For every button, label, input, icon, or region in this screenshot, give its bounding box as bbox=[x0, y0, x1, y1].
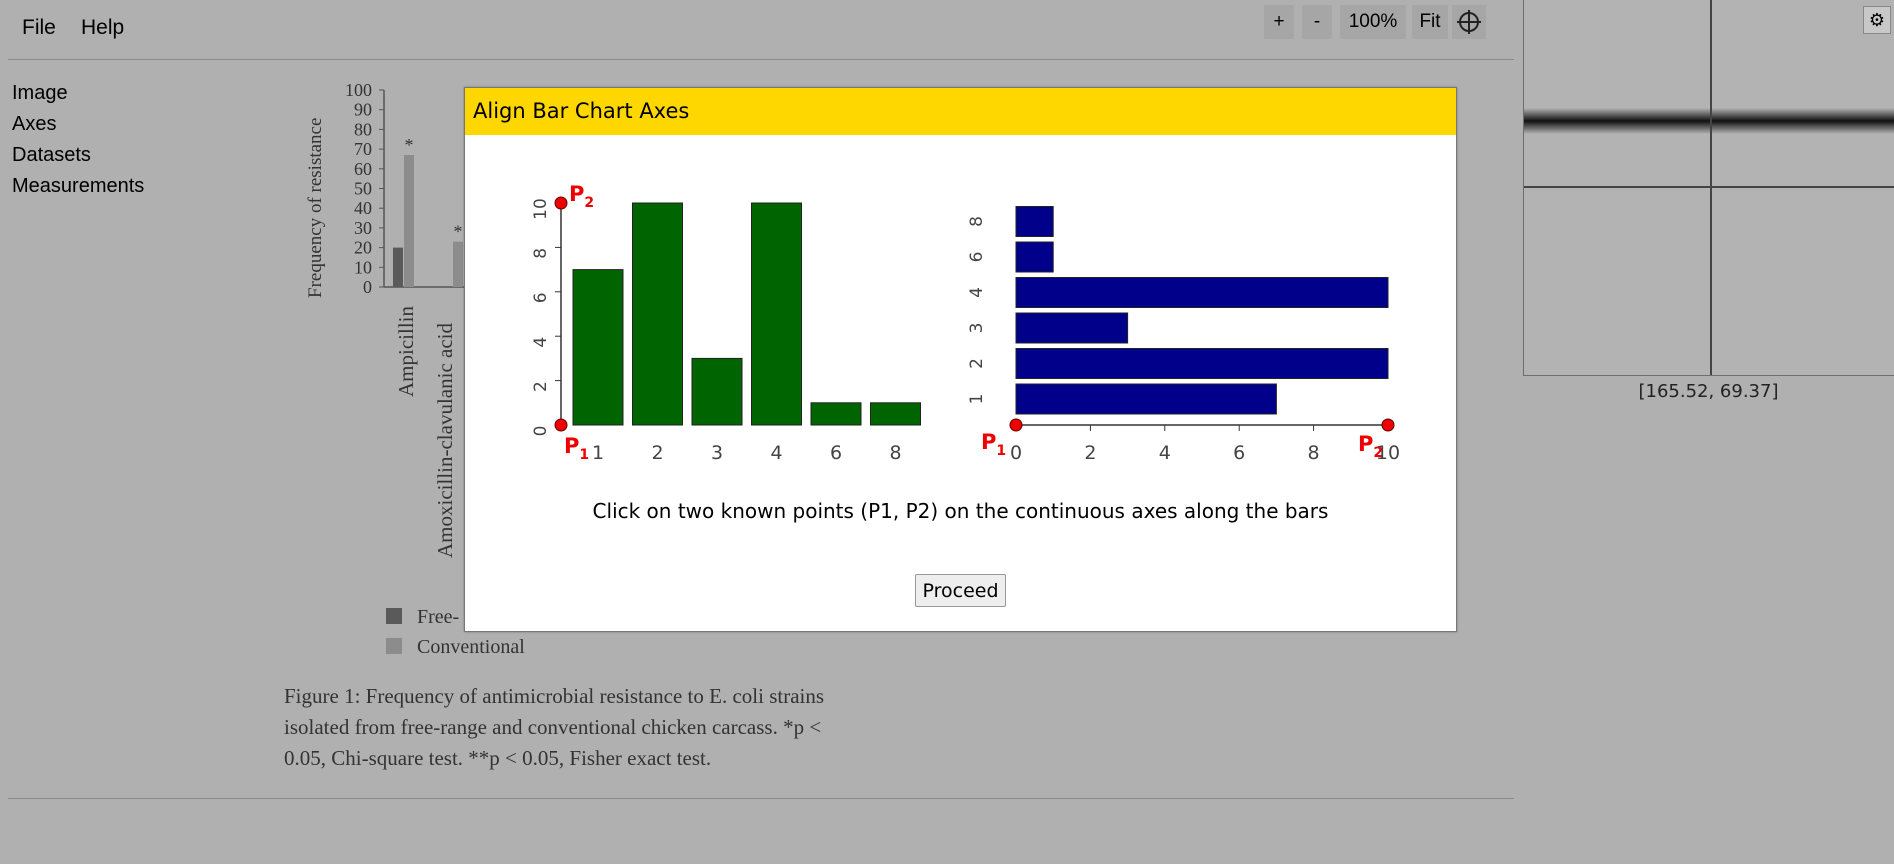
example-y-category-label: 8 bbox=[967, 216, 987, 227]
p1-label: P1 bbox=[564, 434, 589, 463]
p2-subscript: 2 bbox=[584, 195, 594, 211]
example-horizontal-bar bbox=[1015, 348, 1389, 379]
significance-star: * bbox=[405, 135, 414, 155]
p2-marker bbox=[554, 196, 568, 210]
proceed-button[interactable]: Proceed bbox=[915, 574, 1006, 607]
p1-label: P1 bbox=[981, 430, 1006, 459]
figure-bar bbox=[393, 247, 403, 287]
example-horizontal-bar bbox=[1015, 312, 1129, 344]
example-x-category-label: 3 bbox=[711, 442, 723, 464]
menu-help[interactable]: Help bbox=[81, 16, 124, 40]
dialog-instruction: Click on two known points (P1, P2) on th… bbox=[592, 499, 1329, 523]
figure-y-tick-label: 100 bbox=[345, 80, 372, 100]
figure-category-label: Amoxicillin-clavulanic acid bbox=[433, 323, 457, 558]
figure-y-tick-label: 20 bbox=[354, 238, 372, 258]
example-x-tick-label: 6 bbox=[1233, 442, 1245, 464]
p1-subscript: 1 bbox=[996, 443, 1006, 459]
figure-category-label: Ampicillin bbox=[394, 306, 418, 397]
example-x-tick-label: 2 bbox=[1084, 442, 1096, 464]
example-y-category-label: 2 bbox=[967, 358, 987, 369]
bottom-divider bbox=[8, 798, 1514, 799]
example-vertical-bar bbox=[751, 202, 802, 426]
example-x-tick-label: 4 bbox=[1159, 442, 1171, 464]
example-vertical-bar bbox=[870, 402, 921, 426]
example-x-category-label: 2 bbox=[651, 442, 663, 464]
example-x-category-label: 1 bbox=[592, 442, 604, 464]
sidebar-item-measurements[interactable]: Measurements bbox=[12, 171, 144, 202]
p1-marker bbox=[1009, 418, 1023, 432]
example-y-tick-label: 6 bbox=[531, 292, 551, 303]
caption-text: : Frequency of antimicrobial resistance … bbox=[355, 684, 824, 708]
menu-bar: File Help + - 100% Fit bbox=[0, 0, 1515, 58]
example-horizontal-bar bbox=[1015, 206, 1054, 237]
sidebar-item-axes[interactable]: Axes bbox=[12, 109, 144, 140]
figure-y-tick-label: 40 bbox=[354, 198, 372, 218]
side-nav: Image Axes Datasets Measurements bbox=[12, 78, 144, 202]
example-y-category-label: 3 bbox=[967, 323, 987, 334]
example-horizontal-bar bbox=[1015, 241, 1054, 273]
gear-icon[interactable]: ⚙ bbox=[1863, 6, 1891, 34]
example-vertical-bar bbox=[632, 202, 683, 426]
p2-subscript: 2 bbox=[1373, 445, 1383, 461]
legend-swatch-conventional bbox=[386, 638, 402, 654]
menu-file[interactable]: File bbox=[22, 16, 56, 40]
example-x-tick-label: 0 bbox=[1010, 442, 1022, 464]
dialog-title: Align Bar Chart Axes bbox=[465, 88, 1456, 135]
p2-marker bbox=[1381, 418, 1395, 432]
figure-bar bbox=[453, 241, 463, 287]
sidebar-item-datasets[interactable]: Datasets bbox=[12, 140, 144, 171]
example-y-category-label: 1 bbox=[967, 394, 987, 405]
example-y-category-label: 6 bbox=[967, 252, 987, 263]
example-x-category-label: 4 bbox=[770, 442, 782, 464]
significance-star: * bbox=[454, 222, 463, 242]
crosshair-icon[interactable] bbox=[1452, 5, 1486, 39]
figure-y-tick-label: 60 bbox=[354, 159, 372, 179]
zoom-fit-button[interactable]: Fit bbox=[1412, 5, 1448, 39]
axes-example-illustration: 02468101 2 3 4 6 8P1P2 0 2 4 6 8 10123468P1 P2 bbox=[531, 182, 1400, 464]
figure-y-tick-label: 0 bbox=[363, 277, 372, 297]
sidebar-item-image[interactable]: Image bbox=[12, 78, 144, 109]
example-y-tick-label: 0 bbox=[531, 426, 551, 437]
caption-lead: Figure 1 bbox=[284, 684, 355, 708]
figure-caption-line: isolated from free-range and conventiona… bbox=[284, 715, 821, 739]
example-y-tick-label: 2 bbox=[531, 381, 551, 392]
p2-label: P2 bbox=[569, 182, 594, 211]
example-y-category-label: 4 bbox=[967, 287, 987, 298]
figure-bar bbox=[404, 155, 414, 287]
figure-caption-line: Figure 1: Frequency of antimicrobial res… bbox=[284, 684, 824, 708]
legend-label: Free- bbox=[417, 606, 459, 628]
example-x-tick-label: 8 bbox=[1308, 442, 1320, 464]
figure-y-tick-label: 70 bbox=[354, 139, 372, 159]
magnifier-view: ⚙ bbox=[1523, 0, 1894, 376]
zoom-in-button[interactable]: + bbox=[1264, 5, 1294, 39]
example-y-tick-label: 8 bbox=[531, 248, 551, 259]
example-horizontal-bar bbox=[1015, 277, 1389, 308]
cursor-coordinates: [165.52, 69.37] bbox=[1638, 381, 1779, 402]
p1-subscript: 1 bbox=[579, 447, 589, 463]
example-vertical-bar bbox=[572, 269, 624, 426]
example-y-tick-label: 4 bbox=[531, 337, 551, 348]
p2-label: P2 bbox=[1358, 432, 1383, 461]
figure-y-axis-label: Frequency of resistance bbox=[305, 118, 326, 298]
legend-swatch-free bbox=[386, 608, 402, 624]
magnified-axis-line bbox=[1524, 108, 1894, 134]
align-axes-dialog: Align Bar Chart Axes 0 2 4 6 8 10 1 2 3 4 6 8 P1 P2 0… bbox=[464, 87, 1457, 632]
figure-y-tick-label: 10 bbox=[354, 257, 372, 277]
figure-y-tick-label: 50 bbox=[354, 179, 372, 199]
zoom-level[interactable]: 100% bbox=[1340, 5, 1406, 39]
figure-y-tick-label: 90 bbox=[354, 100, 372, 120]
example-y-tick-label: 10 bbox=[531, 198, 551, 220]
zoom-out-button[interactable]: - bbox=[1302, 5, 1332, 39]
top-divider bbox=[8, 59, 1514, 60]
figure-y-tick-label: 80 bbox=[354, 119, 372, 139]
figure-caption-line: 0.05, Chi-square test. **p < 0.05, Fishe… bbox=[284, 746, 711, 770]
example-x-category-label: 6 bbox=[830, 442, 842, 464]
legend-label: Conventional bbox=[417, 636, 525, 658]
p1-marker bbox=[554, 418, 568, 432]
figure-y-tick-label: 30 bbox=[354, 218, 372, 238]
example-vertical-bar bbox=[810, 402, 862, 426]
example-x-category-label: 8 bbox=[889, 442, 901, 464]
example-horizontal-bar bbox=[1015, 383, 1277, 415]
example-vertical-bar bbox=[691, 357, 743, 426]
